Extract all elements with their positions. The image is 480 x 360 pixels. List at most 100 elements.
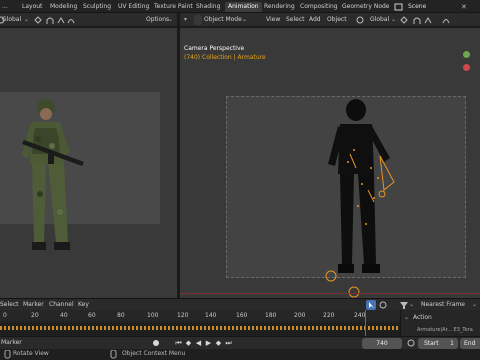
scene-icon — [394, 3, 403, 11]
frame-tick-label: 60 — [88, 312, 96, 319]
timeline-ruler[interactable]: 0 20 40 60 80 100 120 140 160 180 200 22… — [0, 310, 400, 322]
chevron-down-icon[interactable]: ⌄ — [242, 15, 247, 25]
tab-animation[interactable]: Animation — [225, 2, 262, 12]
app-menu-fragment[interactable]: ... — [2, 2, 8, 12]
frame-tick-label: 140 — [205, 312, 217, 319]
status-rotate-view: Rotate View — [13, 350, 49, 357]
transform-orientation-icon — [356, 16, 364, 24]
mouse-right-icon — [110, 350, 117, 359]
tab-texture-paint[interactable]: Texture Paint — [154, 2, 193, 12]
pivot-icon[interactable] — [400, 16, 409, 25]
action-row[interactable]: Armature|Ar... E3_Tera — [417, 325, 473, 335]
chevron-down-icon[interactable]: ⌄ — [409, 300, 414, 310]
snap-increment-icon[interactable] — [424, 16, 433, 25]
close-icon[interactable]: ✕ — [461, 4, 468, 11]
start-value: 1 — [450, 340, 454, 347]
frame-tick-label: 160 — [236, 312, 248, 319]
proportional-edit-icon[interactable] — [442, 16, 451, 25]
snap-icon[interactable] — [46, 16, 55, 25]
timeline-header: Select Marker Channel Key ⌄ Nearest Fram… — [0, 298, 480, 310]
playback-bar: Marker ⏮ ◆ ◀ ▶ ◆ ⏭ 740 Start 1 End — [0, 336, 480, 349]
chevron-down-icon[interactable]: ⌄ — [168, 15, 173, 25]
filter-icon[interactable] — [400, 301, 409, 310]
next-keyframe-icon[interactable]: ◆ — [214, 339, 223, 348]
frame-tick-label: 120 — [177, 312, 189, 319]
proportional-edit-icon[interactable] — [67, 16, 76, 25]
color-dot-red — [463, 64, 470, 71]
action-side-panel: ⌄ Action Armature|Ar... E3_Tera — [400, 310, 480, 336]
menu-key[interactable]: Key — [78, 300, 89, 310]
soldier-render — [22, 99, 84, 250]
frame-tick-label: 0 — [3, 312, 7, 319]
view-icon[interactable] — [379, 301, 388, 310]
clock-icon[interactable] — [407, 339, 416, 348]
end-frame-field[interactable]: End — [460, 338, 480, 349]
play-icon[interactable]: ▶ — [204, 339, 213, 348]
frame-tick-label: 80 — [117, 312, 125, 319]
color-dot-green — [463, 51, 470, 58]
right-viewport[interactable]: Camera Perspective (740) Collection | Ar… — [180, 28, 480, 298]
menu-select[interactable]: Select — [0, 300, 19, 310]
tab-modeling[interactable]: Modeling — [50, 2, 77, 12]
frame-tick-label: 100 — [147, 312, 159, 319]
options-dropdown[interactable]: Options — [146, 15, 169, 25]
marker-label[interactable]: Marker — [1, 338, 22, 348]
active-collection-label: (740) Collection | Armature — [184, 54, 266, 61]
frame-tick-label: 200 — [294, 312, 306, 319]
tab-geometry-nodes[interactable]: Geometry Node — [342, 2, 389, 12]
mode-dropdown[interactable]: Object Mode — [204, 15, 242, 25]
current-frame-field[interactable]: 740 — [362, 338, 402, 349]
armature-silhouette — [328, 99, 395, 273]
scene-name[interactable]: Scene — [408, 2, 426, 12]
workspace-bar: ... Layout Modeling Sculpting UV Editing… — [0, 0, 480, 13]
frame-tick-label: 180 — [265, 312, 277, 319]
tab-rendering[interactable]: Rendering — [264, 2, 295, 12]
tab-shading[interactable]: Shading — [196, 2, 220, 12]
editor-type-icon[interactable]: ▾ — [184, 15, 187, 25]
chevron-down-icon[interactable]: ⌄ — [404, 313, 409, 323]
mouse-middle-icon — [4, 350, 11, 359]
frame-tick-label: 40 — [60, 312, 68, 319]
status-context-menu: Object Context Menu — [122, 350, 186, 357]
playhead[interactable] — [365, 310, 366, 336]
tab-compositing[interactable]: Compositing — [300, 2, 338, 12]
end-label: End — [464, 340, 476, 347]
start-frame-field[interactable]: Start 1 — [418, 338, 458, 349]
cursor-select-icon[interactable] — [366, 300, 376, 310]
snap-increment-icon[interactable] — [57, 16, 66, 25]
record-icon[interactable] — [152, 339, 161, 348]
menu-add[interactable]: Add — [309, 15, 321, 25]
root-bone-circle-icon[interactable] — [324, 269, 338, 283]
snap-mode-dropdown[interactable]: Nearest Frame — [421, 300, 465, 310]
tab-uv-editing[interactable]: UV Editing — [118, 2, 149, 12]
left-viewport-header: Global ⌄ Options ⌄ — [0, 13, 177, 27]
object-mode-icon[interactable] — [194, 15, 202, 25]
jump-start-icon[interactable]: ⏮ — [174, 339, 183, 348]
pivot-icon[interactable] — [34, 16, 43, 25]
tab-sculpting[interactable]: Sculpting — [83, 2, 111, 12]
frame-tick-label: 220 — [323, 312, 335, 319]
left-viewport[interactable] — [0, 28, 177, 298]
status-bar: Rotate View Object Context Menu — [0, 349, 480, 360]
menu-object[interactable]: Object — [327, 15, 347, 25]
menu-select[interactable]: Select — [286, 15, 305, 25]
tab-layout[interactable]: Layout — [22, 2, 42, 12]
menu-marker[interactable]: Marker — [23, 300, 44, 310]
orientation-dropdown[interactable]: Global — [2, 15, 21, 25]
camera-perspective-label: Camera Perspective — [184, 45, 245, 52]
keyframe-row[interactable] — [0, 326, 400, 330]
prev-keyframe-icon[interactable]: ◆ — [184, 339, 193, 348]
frame-tick-label: 20 — [31, 312, 39, 319]
chevron-down-icon[interactable]: ⌄ — [24, 15, 29, 25]
orientation-dropdown[interactable]: Global — [370, 15, 389, 25]
play-reverse-icon[interactable]: ◀ — [194, 339, 203, 348]
action-panel-title[interactable]: Action — [413, 313, 432, 323]
chevron-down-icon[interactable]: ⌄ — [472, 300, 477, 310]
snap-icon[interactable] — [413, 16, 422, 25]
foot-bone-circle-icon[interactable] — [347, 285, 361, 298]
jump-end-icon[interactable]: ⏭ — [224, 339, 233, 348]
menu-view[interactable]: View — [266, 15, 280, 25]
menu-channel[interactable]: Channel — [49, 300, 74, 310]
frame-tick-label: 240 — [354, 312, 366, 319]
chevron-down-icon[interactable]: ⌄ — [391, 15, 396, 25]
